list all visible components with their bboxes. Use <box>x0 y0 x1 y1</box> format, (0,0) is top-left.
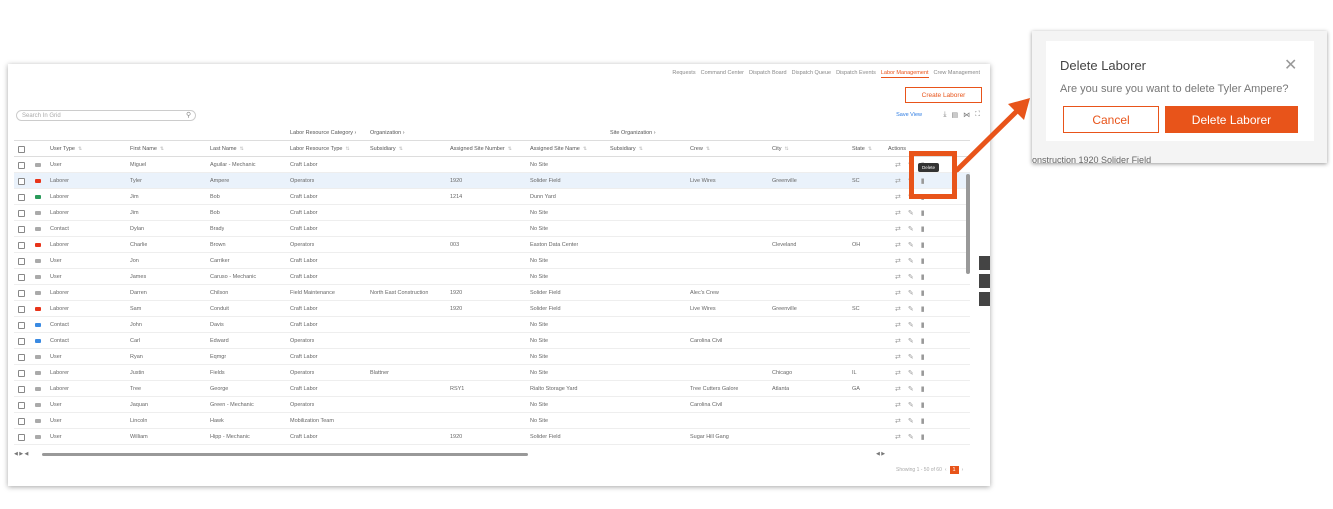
delete-laborer-button[interactable]: Delete Laborer <box>1165 106 1298 133</box>
dialog-title: Delete Laborer <box>1060 58 1146 73</box>
close-icon[interactable]: ✕ <box>1284 55 1297 75</box>
background-row-text: onstruction 1920 Solider Field <box>1032 155 1152 163</box>
delete-laborer-dialog-zoom: onstruction 1920 Solider Field Delete La… <box>1032 31 1327 163</box>
dialog-message: Are you sure you want to delete Tyler Am… <box>1060 83 1289 95</box>
cancel-button[interactable]: Cancel <box>1063 106 1159 133</box>
